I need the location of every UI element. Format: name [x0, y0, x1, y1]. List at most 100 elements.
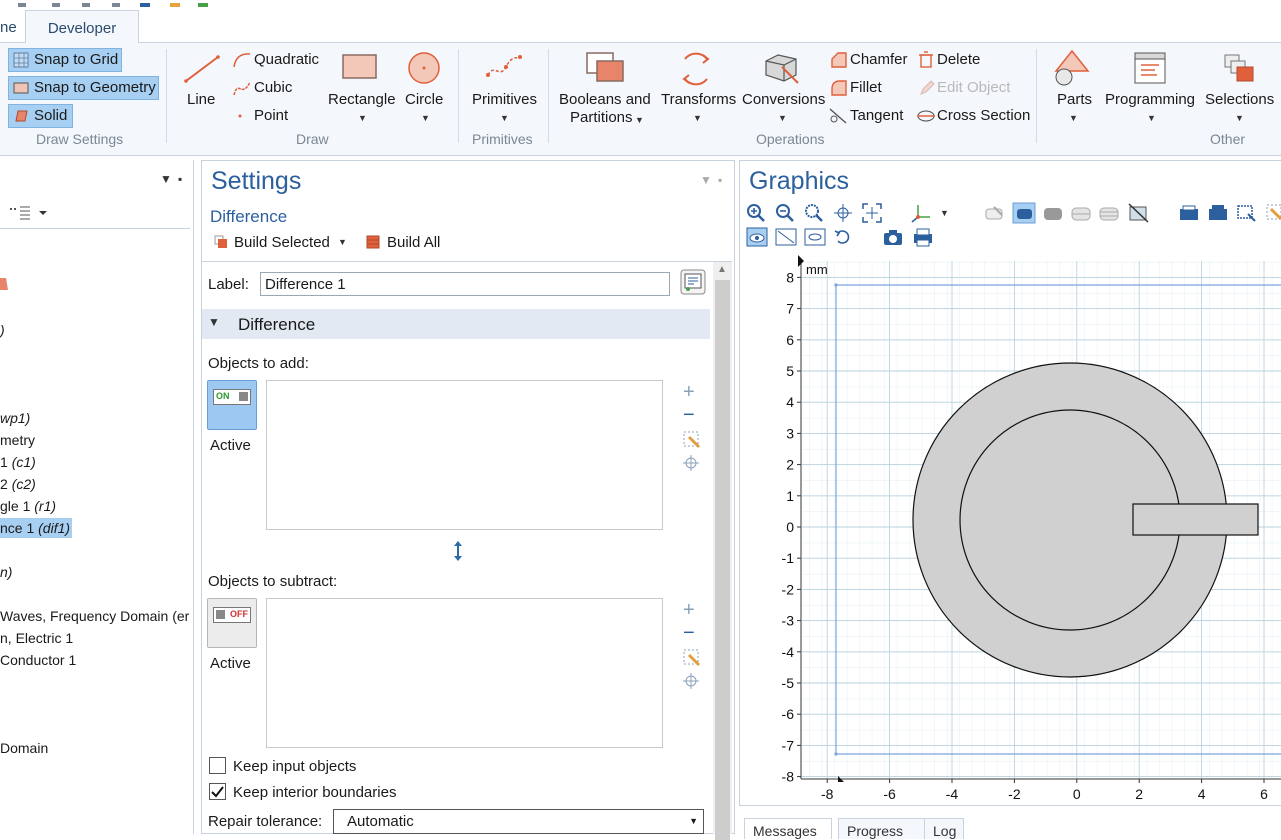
tree-item[interactable]: gle 1 (r1)	[0, 498, 56, 514]
difference-section-header[interactable]: ▼ Difference	[202, 309, 710, 339]
selections-button[interactable]: Selections ▼	[1203, 49, 1279, 129]
label-field[interactable]: Difference 1	[260, 272, 670, 296]
add-icon[interactable]: +	[683, 599, 695, 622]
render-mode-icon[interactable]	[1012, 202, 1036, 224]
booleans-partitions-button[interactable]: Booleans and Partitions ▼	[557, 49, 653, 129]
label-edit-icon[interactable]	[680, 269, 706, 295]
zoom-selection-icon[interactable]	[683, 673, 699, 689]
point-button[interactable]: Point	[232, 105, 302, 127]
tab-log-label: Log	[933, 823, 957, 839]
pane-menu-caret-icon[interactable]: ▼	[700, 173, 712, 187]
build-selected-button[interactable]: Build Selected ▼	[212, 233, 352, 253]
y-tick-label: 8	[786, 269, 794, 285]
tree-item[interactable]: Domain	[0, 740, 48, 756]
snap-to-geometry-button[interactable]: Snap to Geometry	[8, 76, 159, 100]
add-icon[interactable]: +	[683, 381, 695, 404]
tab-messages[interactable]: Messages	[744, 818, 832, 839]
clear-selection-icon[interactable]	[683, 649, 701, 667]
programming-button[interactable]: Programming ▼	[1103, 49, 1199, 129]
rectangle-r1[interactable]	[1132, 503, 1259, 536]
objects-subtract-active-toggle[interactable]: OFF	[207, 598, 257, 648]
remove-icon[interactable]: −	[683, 404, 695, 427]
tangent-button[interactable]: Tangent	[828, 105, 912, 127]
quadratic-button[interactable]: Quadratic	[232, 49, 324, 71]
zoom-out-icon[interactable]	[775, 203, 795, 223]
select-pointer-icon[interactable]	[1265, 203, 1281, 223]
collapse-caret-icon[interactable]: ▼	[208, 315, 220, 329]
tab-log[interactable]: Log	[924, 818, 964, 839]
build-all-button[interactable]: Build All	[364, 233, 454, 253]
tree-view-options-icon[interactable]	[10, 206, 50, 220]
build-selected-caret-icon[interactable]: ▼	[338, 237, 347, 247]
show-view-icon[interactable]	[804, 227, 826, 247]
repair-tolerance-select[interactable]: Automatic ▼	[333, 809, 704, 834]
axis-orientation-icon[interactable]	[910, 203, 932, 223]
solid-render-icon[interactable]	[1042, 203, 1064, 223]
hide-icon[interactable]	[1128, 203, 1150, 223]
scrollbar-thumb[interactable]	[715, 280, 730, 840]
image-export-icon[interactable]	[1178, 203, 1200, 223]
print-graphics-icon[interactable]	[1207, 203, 1229, 223]
geometry-canvas[interactable]: mm 8 7 6 5 4 3 2 1 0 -1 -2 -3 -4 -5 -6 -7 -8 -8 -6 -4 -2 0 2 4…	[740, 255, 1281, 805]
fillet-button[interactable]: Fillet	[828, 77, 912, 99]
scroll-up-icon[interactable]: ▲	[717, 264, 727, 275]
pane-menu-caret-icon[interactable]: ▼	[160, 172, 172, 186]
objects-to-add-list[interactable]	[266, 380, 663, 530]
snap-to-grid-button[interactable]: Snap to Grid	[8, 48, 122, 72]
objects-to-subtract-list[interactable]	[266, 598, 663, 748]
zoom-extents-icon[interactable]	[862, 203, 882, 223]
keep-input-objects-checkbox[interactable]	[209, 757, 226, 774]
circle-button[interactable]: Circle ▼	[403, 49, 447, 129]
tab-progress[interactable]: Progress	[838, 818, 926, 839]
axis-caret-icon[interactable]: ▼	[940, 208, 949, 218]
conversions-button[interactable]: Conversions ▼	[740, 49, 825, 129]
parts-button[interactable]: Parts ▼	[1050, 49, 1096, 129]
settings-scrollbar[interactable]: ▲	[713, 262, 732, 840]
cubic-button[interactable]: Cubic	[232, 77, 302, 99]
tree-item[interactable]: wp1)	[0, 410, 30, 426]
rectangle-button[interactable]: Rectangle ▼	[326, 49, 396, 129]
line-button[interactable]: Line	[178, 49, 224, 115]
wireframe-icon[interactable]	[984, 203, 1006, 223]
tab-home[interactable]: ne	[0, 10, 17, 42]
pin-icon[interactable]: ▪	[178, 172, 182, 186]
print-icon[interactable]	[912, 227, 934, 247]
zoom-box-icon[interactable]	[804, 203, 824, 223]
zoom-in-icon[interactable]	[746, 203, 766, 223]
objects-add-active-toggle[interactable]: ON	[207, 380, 257, 430]
camera-icon[interactable]	[882, 227, 904, 247]
tree-item[interactable]: 2 (c2)	[0, 476, 36, 492]
view-toggle-icon[interactable]	[746, 227, 768, 247]
clear-selection-icon[interactable]	[683, 431, 701, 449]
transparency-icon[interactable]	[1070, 203, 1092, 223]
tree-item[interactable]: Waves, Frequency Domain (er	[0, 608, 189, 624]
label-caption: Label:	[208, 276, 249, 293]
chamfer-button[interactable]: Chamfer	[828, 49, 912, 71]
reset-view-icon[interactable]	[833, 227, 853, 247]
pin-icon[interactable]: ▪	[718, 173, 722, 187]
delete-button[interactable]: Delete	[916, 49, 996, 71]
remove-icon[interactable]: −	[683, 622, 695, 645]
tree-item[interactable]: n)	[0, 564, 12, 580]
keep-interior-boundaries-checkbox[interactable]	[209, 783, 226, 800]
edit-object-button[interactable]: Edit Object	[916, 77, 1020, 99]
solid-button[interactable]: Solid	[8, 104, 73, 128]
cross-section-button[interactable]: Cross Section	[916, 105, 1030, 127]
mesh-render-icon[interactable]	[1098, 203, 1120, 223]
zoom-selection-icon[interactable]	[683, 455, 699, 471]
tab-developer[interactable]: Developer	[25, 10, 139, 43]
tree-item[interactable]: Conductor 1	[0, 652, 76, 668]
tree-item[interactable]: 1 (c1)	[0, 454, 36, 470]
tree-item[interactable]: )	[0, 322, 5, 338]
transforms-button[interactable]: Transforms ▼	[659, 49, 736, 129]
tree-item-selected[interactable]: nce 1 (dif1)	[0, 518, 73, 538]
label-field-value: Difference 1	[265, 276, 346, 293]
zoom-selection-icon[interactable]	[833, 203, 853, 223]
select-box-icon[interactable]	[1236, 203, 1258, 223]
model-builder-pane: ▼ ▪ ) wp1) metry 1 (c1) 2 (c2) gle 1 (r1…	[0, 160, 194, 834]
primitives-button[interactable]: Primitives ▼	[468, 49, 542, 129]
tree-item[interactable]: metry	[0, 432, 35, 448]
hide-view-icon[interactable]	[775, 227, 797, 247]
tree-item[interactable]: n, Electric 1	[0, 630, 73, 646]
resize-vertical-icon[interactable]	[450, 540, 466, 562]
